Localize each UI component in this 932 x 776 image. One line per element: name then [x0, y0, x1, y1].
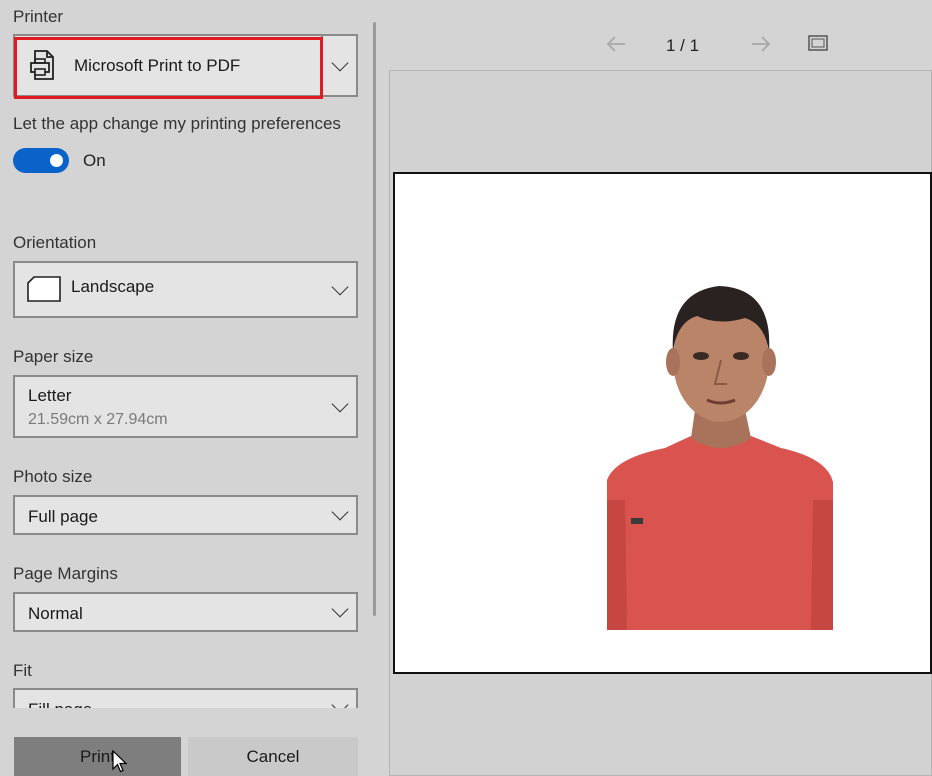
fit-dropdown-clip: Fill page	[13, 688, 358, 708]
page-margins-dropdown[interactable]: Normal	[13, 592, 358, 632]
orientation-dropdown[interactable]: Landscape	[13, 261, 358, 318]
fullscreen-icon[interactable]	[807, 32, 831, 56]
settings-scrollbar[interactable]	[373, 22, 376, 616]
page-margins-label: Page Margins	[13, 564, 118, 583]
highlight-box	[14, 37, 323, 99]
toggle-knob	[50, 154, 63, 167]
chevron-down-icon	[331, 696, 349, 708]
orientation-label: Orientation	[13, 233, 97, 252]
next-page-icon[interactable]	[749, 32, 773, 56]
chevron-down-icon	[331, 600, 349, 618]
paper-size-dimensions: 21.59cm x 27.94cm	[28, 411, 168, 428]
chevron-down-icon	[331, 395, 349, 412]
fit-dropdown[interactable]: Fill page	[13, 688, 358, 708]
landscape-page-icon	[27, 276, 61, 307]
photo-size-selected-value: Full page	[28, 507, 98, 526]
photo-size-label: Photo size	[13, 467, 93, 486]
preferences-label: Let the app change my printing preferenc…	[13, 114, 341, 133]
chevron-down-icon	[331, 54, 349, 71]
page-indicator: 1 / 1	[666, 36, 700, 55]
chevron-down-icon	[331, 278, 349, 295]
photo-size-dropdown[interactable]: Full page	[13, 495, 358, 535]
toggle-state-label: On	[83, 151, 106, 170]
paper-size-label: Paper size	[13, 347, 94, 366]
printer-label: Printer	[13, 7, 64, 26]
orientation-selected-value: Landscape	[71, 277, 155, 296]
printer-dropdown[interactable]: Microsoft Print to PDF	[13, 34, 358, 99]
person-photo	[605, 260, 835, 635]
fit-label: Fit	[13, 661, 32, 680]
fit-selected-value: Fill page	[28, 700, 92, 708]
previous-page-icon[interactable]	[604, 32, 628, 56]
print-button[interactable]: Print	[14, 737, 181, 776]
page-margins-selected-value: Normal	[28, 604, 83, 623]
cancel-button[interactable]: Cancel	[188, 737, 358, 776]
chevron-down-icon	[331, 503, 349, 521]
paper-size-dropdown[interactable]: Letter 21.59cm x 27.94cm	[13, 375, 358, 438]
preferences-toggle[interactable]	[13, 148, 69, 173]
paper-size-selected-value: Letter	[28, 386, 72, 405]
mouse-cursor-icon	[112, 749, 128, 776]
preview-paper	[393, 172, 932, 674]
print-settings-panel: Printer Microsoft Print to PDF Let the a…	[0, 0, 372, 776]
